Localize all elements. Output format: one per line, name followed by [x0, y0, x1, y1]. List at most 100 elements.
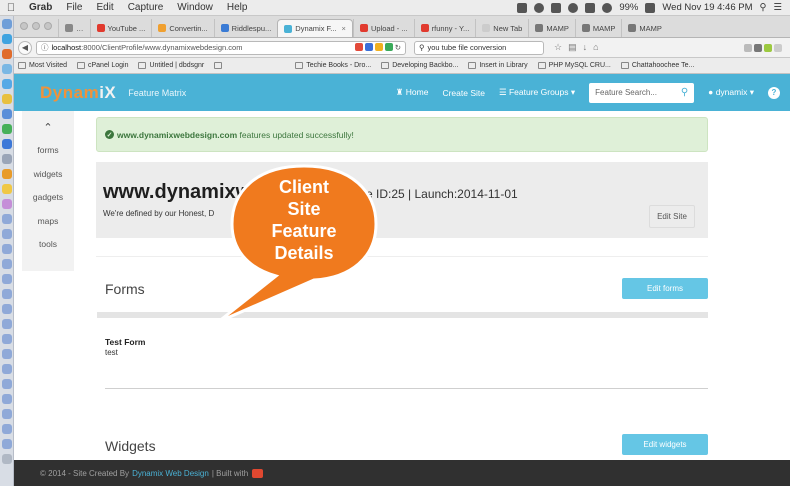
search-icon[interactable]: ⚲ [681, 87, 688, 98]
menu-capture[interactable]: Capture [121, 2, 171, 13]
dock-app-icon[interactable] [2, 274, 12, 284]
dock-app-icon[interactable] [2, 349, 12, 359]
extension-icon[interactable] [374, 43, 383, 51]
trash-icon[interactable] [2, 454, 12, 464]
browser-tab[interactable]: Convertin... [151, 19, 213, 37]
wifi-icon[interactable] [602, 2, 613, 13]
dock-app-icon[interactable] [2, 184, 12, 194]
tray-icon[interactable] [585, 2, 596, 13]
bookmark-item[interactable]: Techie Books - Dro... [295, 62, 371, 69]
back-button[interactable]: ◀ [18, 40, 32, 55]
extension-icon[interactable] [744, 43, 752, 52]
apple-icon[interactable]:  [0, 2, 22, 14]
edit-widgets-button[interactable]: Edit widgets [622, 434, 708, 455]
dock-app-icon[interactable] [2, 109, 12, 119]
sidebar-item-maps[interactable]: maps [22, 213, 74, 237]
browser-tab[interactable]: New Tab [475, 19, 528, 37]
bookmark-item[interactable]: Insert in Library [468, 62, 528, 69]
chevron-up-icon[interactable]: ⌃ [22, 121, 74, 134]
bookmark-star-icon[interactable]: ☆ [554, 42, 562, 53]
close-window-button[interactable] [20, 22, 28, 30]
dock-app-icon[interactable] [2, 259, 12, 269]
sidebar-item-forms[interactable]: forms [22, 142, 74, 166]
dock-app-icon[interactable] [2, 19, 12, 29]
dock-app-icon[interactable] [2, 379, 12, 389]
dock-app-icon[interactable] [2, 229, 12, 239]
notification-center-icon[interactable]: ☰ [773, 2, 782, 13]
zoom-window-button[interactable] [44, 22, 52, 30]
browser-tab-active[interactable]: Dynamix F... × [277, 19, 353, 37]
tray-icon[interactable] [517, 2, 528, 13]
footer-link[interactable]: Dynamix Web Design [132, 469, 209, 478]
dock-app-icon[interactable] [2, 169, 12, 179]
dock-app-icon[interactable] [2, 319, 12, 329]
bookmark-item[interactable]: Developing Backbo... [381, 62, 458, 69]
bookmark-item[interactable] [214, 62, 225, 69]
battery-icon[interactable] [645, 2, 656, 13]
browser-tab[interactable]: YouTube ... [89, 19, 152, 37]
dock-app-icon[interactable] [2, 34, 12, 44]
dock-app-icon[interactable] [2, 424, 12, 434]
home-icon[interactable]: ⌂ [593, 42, 598, 53]
bookmark-item[interactable]: Untitled | dbdsgnr [138, 62, 204, 69]
feature-search-input[interactable]: Feature Search... ⚲ [589, 82, 695, 103]
menu-file[interactable]: File [59, 2, 89, 13]
reading-list-icon[interactable]: ▤ [568, 42, 577, 53]
browser-tab[interactable]: Riddlespu... [213, 19, 278, 37]
dock-app-icon[interactable] [2, 64, 12, 74]
dock-app-icon[interactable] [2, 409, 12, 419]
close-tab-icon[interactable]: × [342, 24, 346, 33]
tray-icon[interactable] [534, 2, 545, 13]
download-icon[interactable]: ↓ [583, 42, 588, 53]
extension-icon[interactable] [364, 43, 373, 51]
browser-search-input[interactable]: ⚲ you tube file conversion [414, 40, 544, 55]
minimize-window-button[interactable] [32, 22, 40, 30]
tray-icon[interactable] [551, 2, 562, 13]
dock-app-icon[interactable] [2, 289, 12, 299]
bookmark-item[interactable]: PHP MySQL CRU... [537, 62, 611, 69]
user-menu[interactable]: ● dynamix ▾ [708, 87, 754, 98]
url-bar[interactable]: ⓘ localhost :8000/ClientProfile/www.dyna… [36, 40, 406, 55]
dock-app-icon[interactable] [2, 139, 12, 149]
sidebar-item-tools[interactable]: tools [22, 236, 74, 260]
dock-app-icon[interactable] [2, 199, 12, 209]
reload-icon[interactable]: ↻ [395, 43, 401, 52]
extension-icon[interactable] [764, 43, 772, 52]
sidebar-item-gadgets[interactable]: gadgets [22, 189, 74, 213]
dock-app-icon[interactable] [2, 364, 12, 374]
dock-app-icon[interactable] [2, 94, 12, 104]
dock-app-icon[interactable] [2, 49, 12, 59]
dock-app-icon[interactable] [2, 394, 12, 404]
menu-app-name[interactable]: Grab [22, 2, 59, 13]
tray-icon[interactable] [568, 2, 579, 13]
bookmark-item[interactable]: cPanel Login [77, 62, 128, 69]
bookmark-item[interactable]: Most Visited [18, 62, 67, 69]
site-info-icon[interactable]: ⓘ [41, 42, 49, 53]
dock-app-icon[interactable] [2, 304, 12, 314]
spotlight-icon[interactable]: ⚲ [760, 2, 767, 13]
dock-app-icon[interactable] [2, 439, 12, 449]
list-item[interactable]: Test Form test [105, 337, 145, 357]
dock-app-icon[interactable] [2, 154, 12, 164]
menu-help[interactable]: Help [220, 2, 255, 13]
clock[interactable]: Wed Nov 19 4:46 PM [662, 2, 752, 13]
menu-edit[interactable]: Edit [89, 2, 120, 13]
help-icon[interactable]: ? [768, 86, 780, 99]
dock-app-icon[interactable] [2, 334, 12, 344]
browser-tab[interactable]: rfunny - Y... [413, 19, 476, 37]
edit-forms-button[interactable]: Edit forms [622, 278, 708, 299]
browser-tab[interactable]: Upload - ... [352, 19, 414, 37]
dock-app-icon[interactable] [2, 124, 12, 134]
extension-icon[interactable] [354, 43, 363, 51]
extension-icon[interactable] [754, 43, 762, 52]
nav-feature-groups[interactable]: ☰ Feature Groups ▾ [499, 87, 575, 98]
battery-percent[interactable]: 99% [619, 2, 638, 13]
browser-tab[interactable]: MAMP [621, 19, 668, 37]
sidebar-item-widgets[interactable]: widgets [22, 166, 74, 190]
nav-home[interactable]: ♜ Home [396, 87, 429, 98]
browser-tab[interactable]: … [58, 19, 90, 37]
nav-create-site[interactable]: Create Site [442, 88, 485, 98]
menu-window[interactable]: Window [170, 2, 220, 13]
edit-site-button[interactable]: Edit Site [649, 205, 695, 228]
dock-app-icon[interactable] [2, 244, 12, 254]
